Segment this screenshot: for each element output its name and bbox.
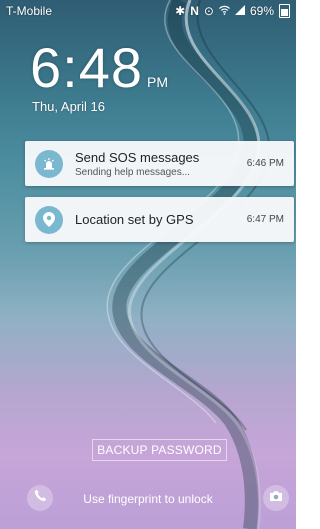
camera-shortcut-button[interactable] bbox=[263, 485, 289, 511]
notification-sos-text: Send SOS messages Sending help messages.… bbox=[75, 150, 247, 178]
notification-subtitle: Sending help messages... bbox=[75, 166, 191, 178]
nfc-icon: N bbox=[190, 4, 199, 18]
status-bar: T-Mobile ✱ N ⊙ 69% bbox=[0, 0, 296, 22]
camera-icon bbox=[269, 489, 283, 507]
location-pin-icon bbox=[35, 205, 63, 234]
fingerprint-hint: Use fingerprint to unlock bbox=[83, 492, 213, 506]
bluetooth-icon: ✱ bbox=[175, 4, 186, 18]
notification-location[interactable]: Location set by GPS 6:47 PM bbox=[25, 197, 294, 242]
status-icons: ✱ N ⊙ 69% bbox=[175, 4, 290, 18]
battery-icon bbox=[279, 4, 290, 18]
lock-date: Thu, April 16 bbox=[32, 99, 105, 114]
lock-clock: 6:48 PM bbox=[30, 40, 168, 96]
battery-percent: 69% bbox=[249, 4, 274, 18]
carrier-label: T-Mobile bbox=[6, 4, 53, 18]
alarm-icon: ⊙ bbox=[203, 4, 214, 18]
notification-sos[interactable]: Send SOS messages Sending help messages.… bbox=[25, 141, 294, 186]
sos-siren-icon bbox=[35, 149, 63, 178]
notification-time: 6:47 PM bbox=[246, 214, 284, 225]
notification-title: Send SOS messages bbox=[75, 149, 200, 165]
clock-time: 6:48 bbox=[30, 36, 143, 99]
lock-screen: T-Mobile ✱ N ⊙ 69% 6:48 PM Thu, April 16 bbox=[0, 0, 296, 529]
clock-ampm: PM bbox=[147, 74, 168, 90]
backup-password-button[interactable]: BACKUP PASSWORD bbox=[92, 439, 227, 461]
notification-time: 6:46 PM bbox=[246, 158, 284, 169]
notification-title: Location set by GPS bbox=[75, 212, 194, 227]
wifi-icon bbox=[219, 4, 230, 18]
notification-location-text: Location set by GPS bbox=[75, 212, 247, 227]
signal-icon bbox=[234, 4, 245, 18]
